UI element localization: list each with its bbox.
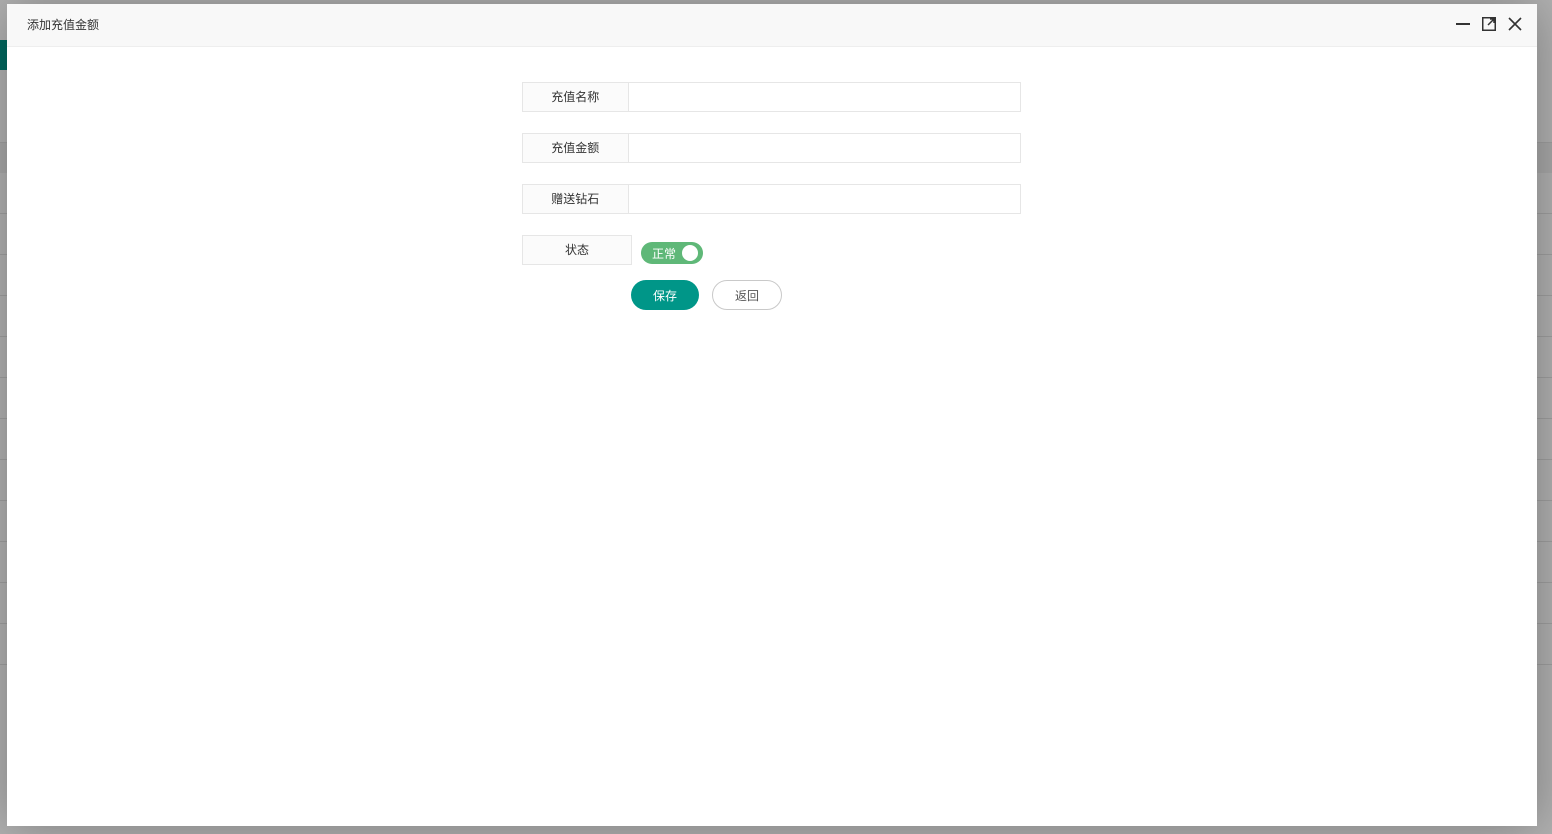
status-toggle-switch[interactable]: 正常: [641, 242, 703, 264]
recharge-amount-label: 充值金额: [522, 133, 628, 163]
minimize-icon[interactable]: [1455, 16, 1471, 32]
form-row-status: 状态 正常: [522, 235, 1021, 265]
status-switch-text: 正常: [652, 247, 677, 261]
switch-knob-icon: [682, 245, 698, 261]
save-button[interactable]: 保存: [631, 280, 699, 310]
recharge-name-label: 充值名称: [522, 82, 628, 112]
close-icon[interactable]: [1507, 16, 1523, 32]
recharge-amount-input[interactable]: [627, 133, 1021, 163]
form-row-recharge-amount: 充值金额: [522, 133, 1021, 163]
recharge-form: 充值名称 充值金额 赠送钻石 状态 正常: [522, 82, 1021, 286]
form-row-bonus-diamonds: 赠送钻石: [522, 184, 1021, 214]
maximize-icon[interactable]: [1481, 16, 1497, 32]
form-actions: 保存 返回: [631, 280, 782, 310]
dialog-header: 添加充值金额: [7, 4, 1537, 47]
status-label: 状态: [522, 235, 632, 265]
form-row-recharge-name: 充值名称: [522, 82, 1021, 112]
bonus-diamonds-input[interactable]: [627, 184, 1021, 214]
bonus-diamonds-label: 赠送钻石: [522, 184, 628, 214]
recharge-name-input[interactable]: [627, 82, 1021, 112]
dialog-window-controls: [1455, 16, 1523, 32]
add-recharge-dialog: 添加充值金额 充值名称 充值金额 赠送钻石 状态 正常 保存 返回: [7, 4, 1537, 826]
back-button[interactable]: 返回: [712, 280, 782, 310]
dialog-title: 添加充值金额: [27, 18, 100, 32]
